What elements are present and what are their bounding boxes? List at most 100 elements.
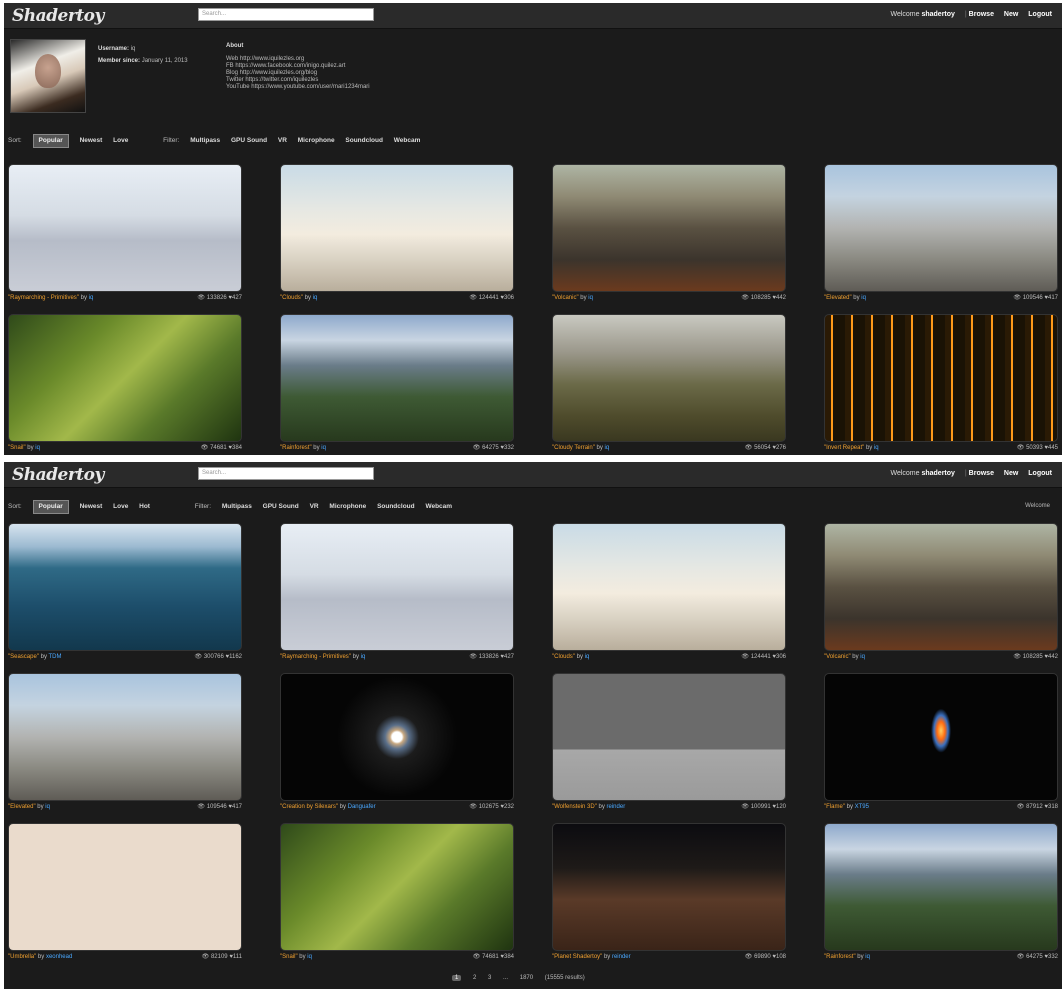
filter-microphone[interactable]: Microphone: [298, 135, 335, 147]
author-link[interactable]: iq: [865, 954, 870, 960]
author-link[interactable]: iq: [45, 804, 50, 810]
shader-title-link[interactable]: "Snail": [8, 445, 26, 451]
shader-title-link[interactable]: "Clouds": [280, 295, 303, 301]
shadertoy-logo[interactable]: Shadertoy: [12, 465, 104, 485]
shader-title-link[interactable]: "Raymarching - Primitives": [8, 295, 79, 301]
filter-gpu-sound[interactable]: GPU Sound: [263, 501, 299, 513]
shader-title-link[interactable]: "Volcanic": [824, 654, 851, 660]
shader-thumbnail[interactable]: [552, 164, 786, 292]
shader-thumbnail[interactable]: [280, 673, 514, 801]
shader-thumbnail[interactable]: [552, 523, 786, 651]
filter-multipass[interactable]: Multipass: [222, 501, 252, 513]
about-line[interactable]: FB https://www.facebook.com/inigo.quilez…: [226, 63, 370, 70]
shader-thumbnail[interactable]: [552, 673, 786, 801]
shader-thumbnail[interactable]: [824, 823, 1058, 951]
shader-thumbnail[interactable]: [8, 314, 242, 442]
sort-hot[interactable]: Hot: [139, 501, 150, 513]
sort-popular[interactable]: Popular: [32, 500, 69, 514]
shadertoy-logo[interactable]: Shadertoy: [12, 6, 104, 26]
right-welcome-link[interactable]: Welcome: [1025, 503, 1050, 509]
author-link[interactable]: iq: [361, 654, 366, 660]
new-link[interactable]: New: [1004, 470, 1018, 477]
shader-thumbnail[interactable]: [824, 523, 1058, 651]
author-link[interactable]: iq: [588, 295, 593, 301]
sort-newest[interactable]: Newest: [80, 501, 103, 513]
shader-title-link[interactable]: "Raymarching - Primitives": [280, 654, 351, 660]
author-link[interactable]: iq: [605, 445, 610, 451]
filter-soundcloud[interactable]: Soundcloud: [345, 135, 383, 147]
shader-title-link[interactable]: "Flame": [824, 804, 845, 810]
author-link[interactable]: reinder: [612, 954, 631, 960]
page-3-link[interactable]: 3: [488, 975, 491, 981]
author-link[interactable]: iq: [861, 295, 866, 301]
shader-title-link[interactable]: "Invert Repeat": [824, 445, 864, 451]
sort-newest[interactable]: Newest: [80, 135, 103, 147]
author-link[interactable]: iq: [313, 295, 318, 301]
shader-title-link[interactable]: "Creation by Silexars": [280, 804, 338, 810]
shader-title-link[interactable]: "Umbrella": [8, 954, 36, 960]
filter-webcam[interactable]: Webcam: [425, 501, 452, 513]
about-line[interactable]: Web http://www.iquilezles.org: [226, 56, 370, 63]
shader-title-link[interactable]: "Elevated": [8, 804, 36, 810]
shader-title-link[interactable]: "Snail": [280, 954, 298, 960]
username-link[interactable]: shadertoy: [921, 11, 954, 18]
browse-link[interactable]: Browse: [969, 470, 994, 477]
shader-thumbnail[interactable]: [824, 673, 1058, 801]
username-link[interactable]: shadertoy: [921, 470, 954, 477]
shader-thumbnail[interactable]: [280, 314, 514, 442]
sort-popular[interactable]: Popular: [32, 134, 69, 148]
author-link[interactable]: TDM: [49, 654, 62, 660]
shader-thumbnail[interactable]: [8, 164, 242, 292]
shader-thumbnail[interactable]: [824, 314, 1058, 442]
filter-vr[interactable]: VR: [278, 135, 287, 147]
author-link[interactable]: xeonhead: [46, 954, 72, 960]
author-link[interactable]: iq: [874, 445, 879, 451]
filter-soundcloud[interactable]: Soundcloud: [377, 501, 415, 513]
logout-link[interactable]: Logout: [1028, 11, 1052, 18]
shader-thumbnail[interactable]: [8, 523, 242, 651]
sort-love[interactable]: Love: [113, 501, 128, 513]
author-link[interactable]: iq: [585, 654, 590, 660]
shader-thumbnail[interactable]: [552, 314, 786, 442]
shader-title-link[interactable]: "Wolfenstein 3D": [552, 804, 597, 810]
new-link[interactable]: New: [1004, 11, 1018, 18]
shader-thumbnail[interactable]: [8, 823, 242, 951]
author-link[interactable]: XT95: [855, 804, 869, 810]
filter-microphone[interactable]: Microphone: [329, 501, 366, 513]
shader-title-link[interactable]: "Rainforest": [280, 445, 312, 451]
page-1-link[interactable]: 1: [452, 975, 462, 981]
filter-webcam[interactable]: Webcam: [394, 135, 421, 147]
browse-link[interactable]: Browse: [969, 11, 994, 18]
shader-title-link[interactable]: "Clouds": [552, 654, 575, 660]
page-2-link[interactable]: 2: [473, 975, 476, 981]
logout-link[interactable]: Logout: [1028, 470, 1052, 477]
about-line[interactable]: Blog http://www.iquilezles.org/blog: [226, 70, 370, 77]
about-line[interactable]: Twitter https://twitter.com/iquilezles: [226, 77, 370, 84]
shader-thumbnail[interactable]: [8, 673, 242, 801]
sort-love[interactable]: Love: [113, 135, 128, 147]
search-input[interactable]: Search...: [198, 8, 374, 21]
shader-thumbnail[interactable]: [552, 823, 786, 951]
shader-title-link[interactable]: "Volcanic": [552, 295, 579, 301]
author-link[interactable]: iq: [860, 654, 865, 660]
search-input[interactable]: Search...: [198, 467, 374, 480]
shader-thumbnail[interactable]: [280, 523, 514, 651]
shader-title-link[interactable]: "Rainforest": [824, 954, 856, 960]
about-line[interactable]: YouTube https://www.youtube.com/user/mar…: [226, 84, 370, 91]
page-last-link[interactable]: 1870: [520, 975, 533, 981]
author-link[interactable]: reinder: [607, 804, 626, 810]
shader-title-link[interactable]: "Seascape": [8, 654, 39, 660]
shader-title-link[interactable]: "Planet Shadertoy": [552, 954, 602, 960]
filter-vr[interactable]: VR: [310, 501, 319, 513]
shader-thumbnail[interactable]: [280, 164, 514, 292]
filter-gpu-sound[interactable]: GPU Sound: [231, 135, 267, 147]
author-link[interactable]: iq: [35, 445, 40, 451]
author-link[interactable]: iq: [307, 954, 312, 960]
author-link[interactable]: iq: [321, 445, 326, 451]
author-link[interactable]: iq: [89, 295, 94, 301]
shader-title-link[interactable]: "Elevated": [824, 295, 852, 301]
shader-thumbnail[interactable]: [280, 823, 514, 951]
shader-title-link[interactable]: "Cloudy Terrain": [552, 445, 595, 451]
shader-thumbnail[interactable]: [824, 164, 1058, 292]
author-link[interactable]: Danguafer: [348, 804, 376, 810]
